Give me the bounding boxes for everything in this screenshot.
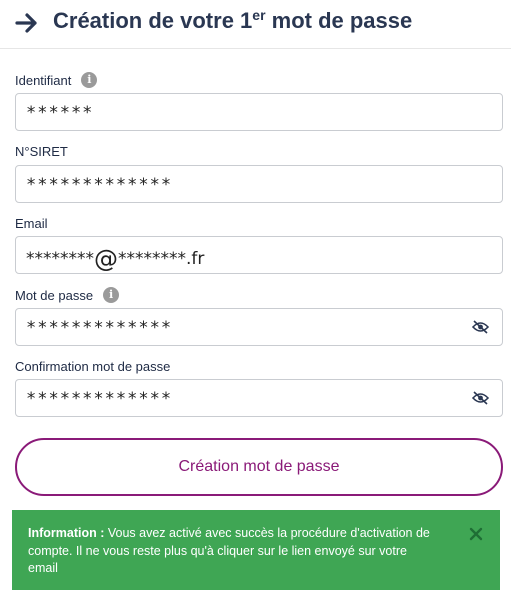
- page-header: Création de votre 1er mot de passe: [0, 0, 511, 49]
- identifiant-field[interactable]: ******: [15, 93, 503, 131]
- password-confirm-label: Confirmation mot de passe: [15, 359, 171, 374]
- identifiant-value: ******: [26, 103, 94, 123]
- eye-off-icon[interactable]: [472, 391, 489, 405]
- email-label: Email: [15, 216, 48, 231]
- page-title: Création de votre 1er mot de passe: [53, 7, 413, 33]
- password-confirm-value: *************: [26, 389, 173, 409]
- password-confirm-field[interactable]: *************: [15, 379, 503, 417]
- info-alert: Information : Vous avez activé avec succ…: [12, 510, 500, 590]
- arrow-right-icon[interactable]: [14, 10, 40, 36]
- eye-off-icon[interactable]: [472, 320, 489, 334]
- password-field[interactable]: *************: [15, 308, 503, 346]
- info-icon[interactable]: i: [103, 287, 120, 303]
- email-value: ********@********.fr: [26, 245, 205, 273]
- siret-label: N°SIRET: [15, 144, 68, 159]
- siret-field[interactable]: *************: [15, 165, 503, 203]
- password-label: Mot de passe i: [15, 287, 120, 303]
- close-icon[interactable]: [469, 527, 483, 541]
- create-password-button[interactable]: Création mot de passe: [15, 438, 503, 496]
- alert-title: Information :: [28, 526, 105, 540]
- info-icon[interactable]: i: [81, 72, 98, 88]
- siret-value: *************: [26, 175, 173, 195]
- identifiant-label: Identifiant i: [15, 72, 98, 88]
- email-field[interactable]: ********@********.fr: [15, 236, 503, 274]
- password-value: *************: [26, 318, 173, 338]
